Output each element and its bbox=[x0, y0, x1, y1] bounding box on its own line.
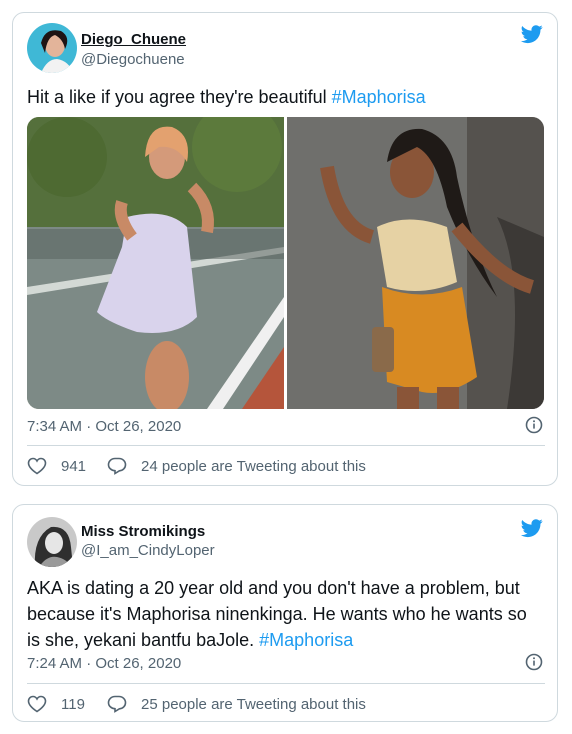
like-count: 119 bbox=[61, 695, 85, 713]
hashtag-link[interactable]: #Maphorisa bbox=[259, 630, 353, 650]
info-icon[interactable] bbox=[525, 653, 543, 671]
divider bbox=[27, 683, 545, 684]
display-name[interactable]: Diego_Chuene bbox=[81, 31, 186, 48]
reply-icon bbox=[107, 457, 127, 475]
reply-label: 25 people are Tweeting about this bbox=[141, 695, 366, 713]
heart-icon bbox=[27, 457, 47, 475]
like-button[interactable]: 941 bbox=[27, 457, 86, 475]
like-button[interactable]: 119 bbox=[27, 695, 85, 713]
tweet-card-1: Diego_Chuene @Diegochuene Hit a like if … bbox=[12, 12, 558, 486]
user-handle[interactable]: @Diegochuene bbox=[81, 51, 185, 68]
tweet-text: AKA is dating a 20 year old and you don'… bbox=[27, 578, 527, 650]
photo-left[interactable] bbox=[27, 117, 284, 409]
info-icon[interactable] bbox=[525, 416, 543, 434]
like-count: 941 bbox=[61, 457, 87, 475]
reply-button[interactable]: 25 people are Tweeting about this bbox=[107, 695, 366, 713]
photo-right[interactable] bbox=[287, 117, 544, 409]
avatar[interactable] bbox=[27, 23, 77, 73]
tweet-photos[interactable] bbox=[27, 117, 544, 409]
reply-label: 24 people are Tweeting about this bbox=[141, 457, 366, 475]
reply-icon bbox=[107, 695, 127, 713]
heart-icon bbox=[27, 695, 47, 713]
reply-button[interactable]: 24 people are Tweeting about this bbox=[107, 457, 366, 475]
avatar[interactable] bbox=[27, 517, 77, 567]
display-name[interactable]: Miss Stromikings bbox=[81, 523, 205, 540]
tweet-card-2: Miss Stromikings @I_am_CindyLoper AKA is… bbox=[12, 504, 558, 722]
twitter-bird-icon[interactable] bbox=[520, 517, 544, 539]
divider bbox=[27, 445, 545, 446]
tweet-timestamp[interactable]: 7:24 AM · Oct 26, 2020 bbox=[27, 655, 181, 672]
user-handle[interactable]: @I_am_CindyLoper bbox=[81, 542, 215, 559]
hashtag-link[interactable]: #Maphorisa bbox=[332, 87, 426, 107]
tweet-timestamp[interactable]: 7:34 AM · Oct 26, 2020 bbox=[27, 418, 181, 435]
twitter-bird-icon[interactable] bbox=[520, 23, 544, 45]
tweet-text: Hit a like if you agree they're beautifu… bbox=[27, 87, 426, 107]
